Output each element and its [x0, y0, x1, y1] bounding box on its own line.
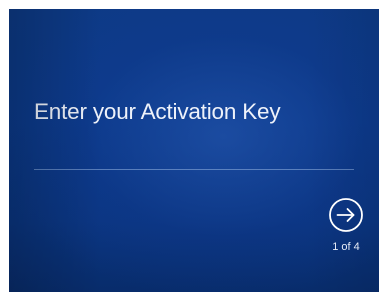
page-title: Enter your Activation Key: [34, 99, 281, 124]
step-indicator: 1 of 4: [332, 241, 360, 253]
arrow-right-circle-icon: [329, 198, 363, 232]
next-button[interactable]: [328, 197, 364, 233]
activation-screen: Enter your Activation Key 1 of 4: [9, 9, 379, 292]
divider: [34, 169, 354, 170]
